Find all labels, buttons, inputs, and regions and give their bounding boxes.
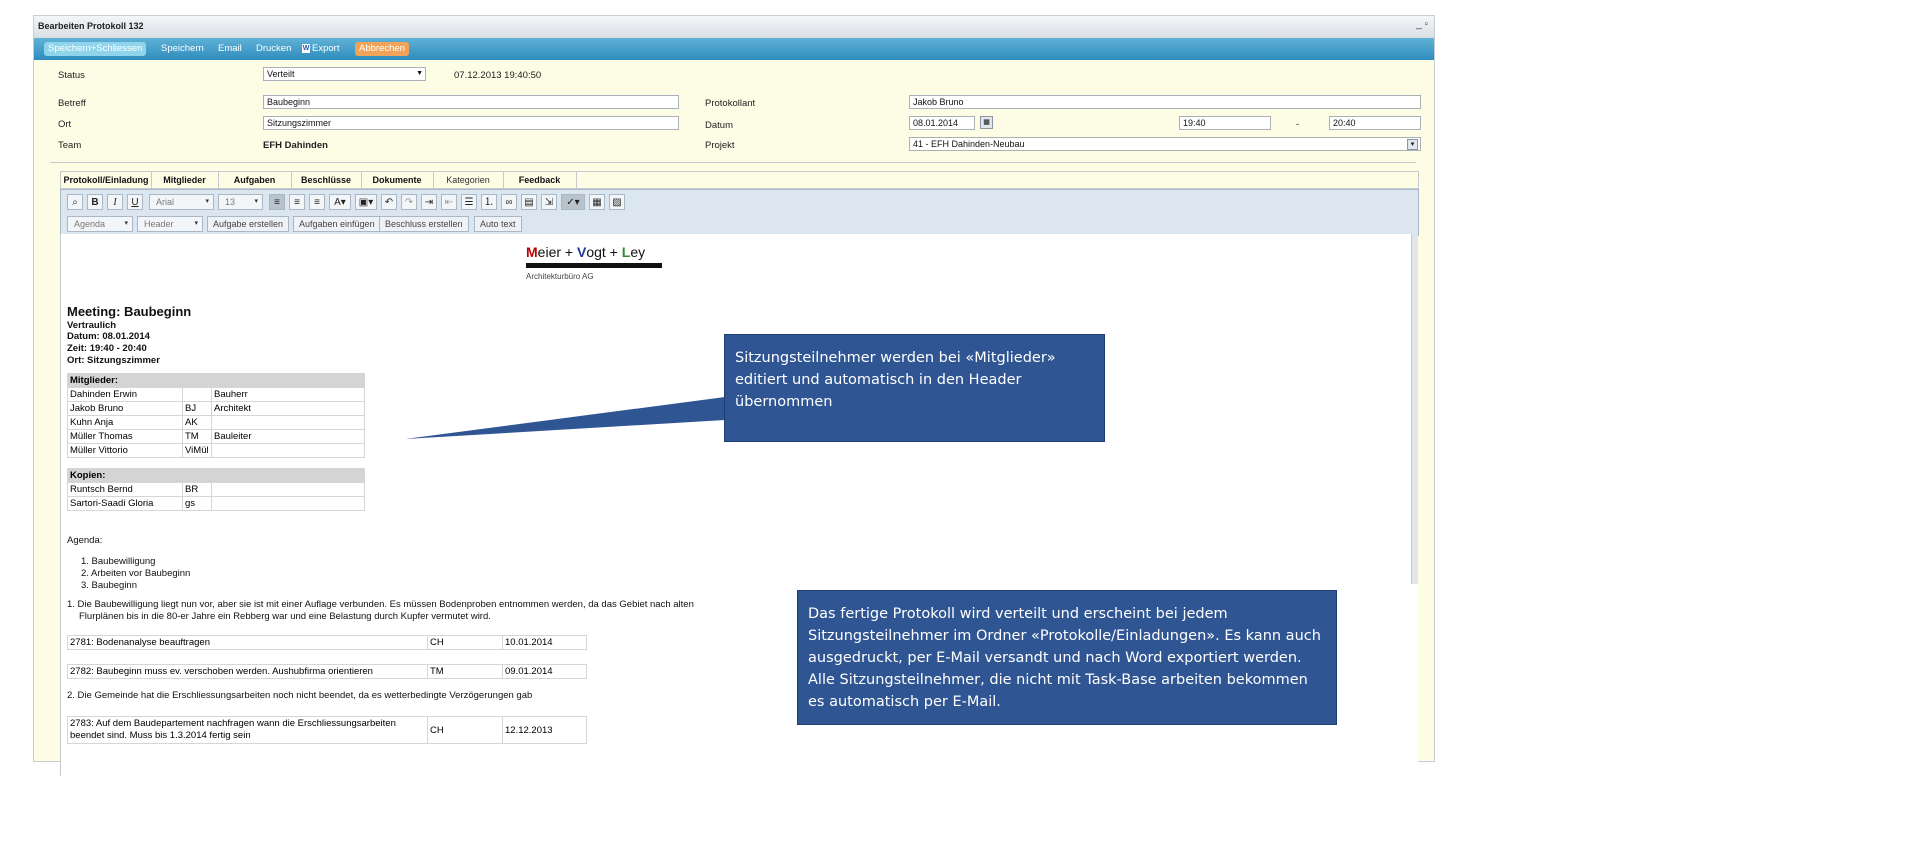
callout-pointer-shape xyxy=(405,397,725,439)
annotation-callout-members: Sitzungsteilnehmer werden bei «Mitgliede… xyxy=(724,334,1105,442)
annotation-callout-distribution: Das fertige Protokoll wird verteilt und … xyxy=(797,590,1337,725)
